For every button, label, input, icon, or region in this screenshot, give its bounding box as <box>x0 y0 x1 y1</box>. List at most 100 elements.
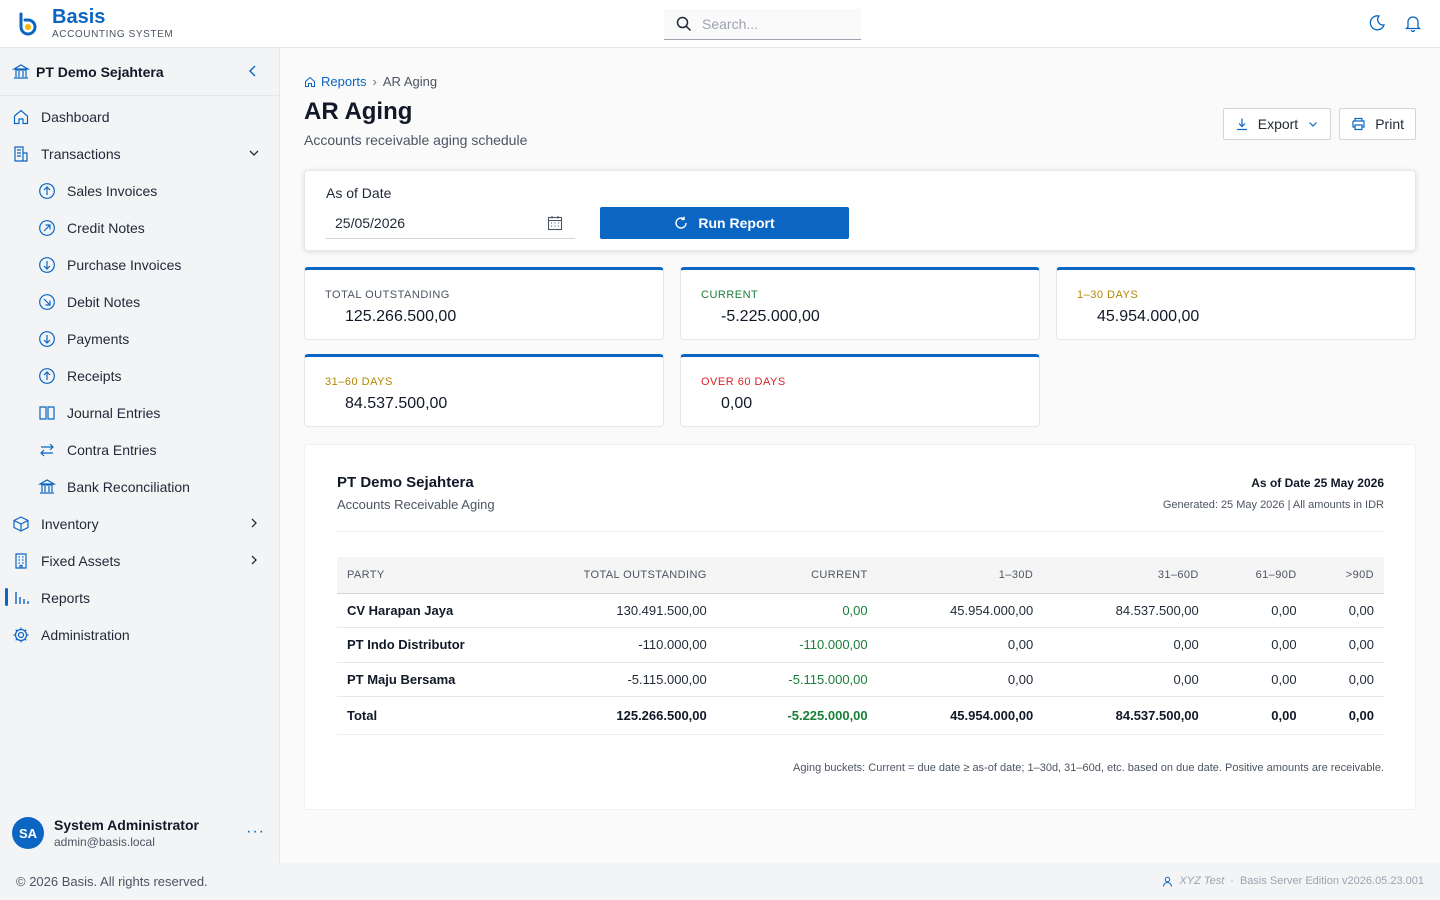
table-cell: -110.000,00 <box>716 627 878 663</box>
print-button[interactable]: Print <box>1339 108 1416 140</box>
sidebar-item-label: Sales Invoices <box>67 182 158 199</box>
table-cell: 0,00 <box>1043 627 1209 663</box>
stat-card-31-60-days: 31–60 DAYS 84.537.500,00 <box>304 354 664 427</box>
chevron-right-icon <box>251 518 257 528</box>
column-header: 1–30D <box>877 557 1044 594</box>
sidebar-item-contra-entries[interactable]: Contra Entries <box>0 431 279 468</box>
page-actions: Export Print <box>1222 108 1416 140</box>
sidebar-item-label: Receipts <box>67 367 122 384</box>
breadcrumb-separator: › <box>372 74 377 89</box>
arrow-up-circle-icon <box>38 367 56 385</box>
org-switcher[interactable]: PT Demo Sejahtera <box>0 48 279 96</box>
total-label: Total <box>337 696 487 735</box>
sidebar-item-label: Contra Entries <box>67 441 157 458</box>
collapse-sidebar-chevron-left-icon[interactable] <box>245 63 261 79</box>
building-icon <box>12 552 30 570</box>
dark-mode-moon-icon[interactable] <box>1368 14 1386 32</box>
bar-chart-icon <box>12 589 30 607</box>
user-menu-more-icon[interactable]: ··· <box>246 823 265 841</box>
stat-card-total-outstanding: TOTAL OUTSTANDING 125.266.500,00 <box>304 267 664 340</box>
table-cell: -110.000,00 <box>487 627 717 663</box>
table-row: PT Indo Distributor -110.000,00 -110.000… <box>337 627 1384 663</box>
report-title: Accounts Receivable Aging <box>337 497 495 512</box>
sidebar-item-payments[interactable]: Payments <box>0 320 279 357</box>
aging-note: Aging buckets: Current = due date ≥ as-o… <box>793 762 1384 774</box>
sidebar-item-label: Reports <box>41 589 91 606</box>
stat-card-over-60-days: OVER 60 DAYS 0,00 <box>680 354 1040 427</box>
org-name: PT Demo Sejahtera <box>36 63 164 80</box>
table-header-row: PARTY TOTAL OUTSTANDING CURRENT 1–30D 31… <box>337 557 1384 594</box>
sidebar-item-label: Inventory <box>41 515 99 532</box>
total-cell: 0,00 <box>1306 696 1384 735</box>
chevron-right-icon <box>251 555 257 565</box>
run-report-button[interactable]: Run Report <box>600 207 849 239</box>
user-profile[interactable]: SA System Administrator admin@basis.loca… <box>0 803 279 863</box>
export-label: Export <box>1257 116 1299 132</box>
table-cell: 0,00 <box>1306 662 1384 697</box>
sidebar-item-label: Fixed Assets <box>41 552 121 569</box>
book-open-icon <box>38 404 56 422</box>
party-cell: PT Indo Distributor <box>337 627 487 663</box>
stat-label: 1–30 DAYS <box>1077 289 1139 301</box>
arrows-left-right-icon <box>38 441 56 459</box>
report-generated: Generated: 25 May 2026 | All amounts in … <box>1162 499 1384 511</box>
stat-card-1-30-days: 1–30 DAYS 45.954.000,00 <box>1056 267 1416 340</box>
column-header: TOTAL OUTSTANDING <box>487 557 717 594</box>
stat-value: -5.225.000,00 <box>721 308 820 325</box>
search-input[interactable] <box>702 16 842 32</box>
stat-label: CURRENT <box>701 289 759 301</box>
sidebar-item-administration[interactable]: Administration <box>0 616 279 653</box>
as-of-date-input[interactable]: 25/05/2026 <box>326 207 575 239</box>
search-box[interactable] <box>664 9 861 40</box>
sidebar: PT Demo Sejahtera Dashboard Transactions… <box>0 48 280 863</box>
sidebar-item-purchase-invoices[interactable]: Purchase Invoices <box>0 246 279 283</box>
sidebar-item-journal-entries[interactable]: Journal Entries <box>0 394 279 431</box>
app-name: Basis <box>52 6 106 28</box>
brand[interactable]: Basis ACCOUNTING SYSTEM <box>0 7 280 40</box>
table-row: PT Maju Bersama -5.115.000,00 -5.115.000… <box>337 662 1384 697</box>
box-cube-icon <box>12 515 30 533</box>
sidebar-item-label: Transactions <box>41 145 121 162</box>
stat-value: 0,00 <box>721 395 753 412</box>
notification-bell-icon[interactable] <box>1404 14 1422 33</box>
stat-label: 31–60 DAYS <box>325 376 393 388</box>
export-button[interactable]: Export <box>1222 108 1332 140</box>
sidebar-item-reports[interactable]: Reports <box>0 579 279 616</box>
breadcrumb-current: AR Aging <box>382 74 438 89</box>
sidebar-item-credit-notes[interactable]: Credit Notes <box>0 209 279 246</box>
sidebar-item-transactions[interactable]: Transactions <box>0 135 279 172</box>
table-cell: -5.115.000,00 <box>487 662 717 697</box>
sidebar-item-bank-reconciliation[interactable]: Bank Reconciliation <box>0 468 279 505</box>
footer-info: XYZ Test · Basis Server Edition v2026.05… <box>1162 875 1424 887</box>
user-icon <box>1163 876 1173 887</box>
breadcrumb: Reports › AR Aging <box>304 74 437 89</box>
table-cell: -5.115.000,00 <box>716 662 878 697</box>
sidebar-item-inventory[interactable]: Inventory <box>0 505 279 542</box>
stat-value: 125.266.500,00 <box>345 308 457 325</box>
page-subtitle: Accounts receivable aging schedule <box>304 132 528 148</box>
aging-table: PARTY TOTAL OUTSTANDING CURRENT 1–30D 31… <box>337 557 1384 735</box>
footer-separator: · <box>1230 875 1234 887</box>
column-header: >90D <box>1306 557 1384 594</box>
sidebar-item-receipts[interactable]: Receipts <box>0 357 279 394</box>
calendar-icon[interactable] <box>547 215 563 231</box>
table-total-row: Total 125.266.500,00 -5.225.000,00 45.95… <box>337 696 1384 735</box>
chevron-down-icon <box>249 150 259 156</box>
filter-card: As of Date 25/05/2026 Run Report <box>304 170 1416 251</box>
main-content: Reports › AR Aging AR Aging Accounts rec… <box>281 48 1440 863</box>
sidebar-item-label: Journal Entries <box>67 404 161 421</box>
breadcrumb-reports-link[interactable]: Reports <box>304 74 367 89</box>
sidebar-item-label: Payments <box>67 330 130 347</box>
report-company: PT Demo Sejahtera <box>337 474 474 491</box>
arrow-down-circle-icon <box>38 330 56 348</box>
sidebar-item-dashboard[interactable]: Dashboard <box>0 98 279 135</box>
sidebar-item-debit-notes[interactable]: Debit Notes <box>0 283 279 320</box>
report-panel: PT Demo Sejahtera Accounts Receivable Ag… <box>304 444 1416 810</box>
sidebar-item-fixed-assets[interactable]: Fixed Assets <box>0 542 279 579</box>
search-icon <box>676 16 692 32</box>
bank-building-icon <box>38 478 56 496</box>
total-cell: -5.225.000,00 <box>716 696 878 735</box>
table-cell: 0,00 <box>1043 662 1209 697</box>
sidebar-item-sales-invoices[interactable]: Sales Invoices <box>0 172 279 209</box>
breadcrumb-parent: Reports <box>321 74 367 89</box>
